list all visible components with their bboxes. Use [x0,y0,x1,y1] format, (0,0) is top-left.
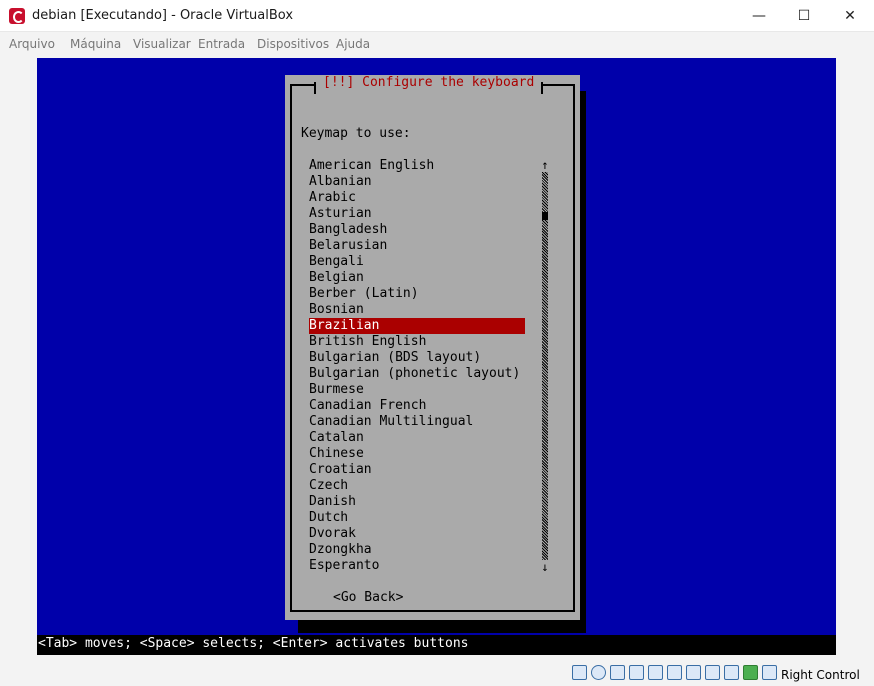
keymap-item[interactable]: Canadian Multilingual [309,414,525,430]
vbox-status-bar: Right Control [0,660,874,686]
keymap-item[interactable]: Albanian [309,174,525,190]
keymap-item[interactable]: Bangladesh [309,222,525,238]
keyboard-icon[interactable] [762,665,777,680]
keymap-item[interactable]: Bengali [309,254,525,270]
host-key-label: Right Control [781,668,860,682]
display-icon[interactable] [686,665,701,680]
vm-screen[interactable]: [!!] Configure the keyboard Keymap to us… [37,58,836,655]
usb-icon[interactable] [648,665,663,680]
keymap-item[interactable]: Canadian French [309,398,525,414]
keymap-item[interactable]: Catalan [309,430,525,446]
network-icon[interactable] [629,665,644,680]
menu-arquivo[interactable]: Arquivo [9,37,55,51]
scroll-down-arrow-icon[interactable]: ↓ [541,560,549,574]
hard-disk-icon[interactable] [572,665,587,680]
keymap-item[interactable]: Bosnian [309,302,525,318]
scroll-thumb[interactable] [542,212,548,220]
menu-bar: Arquivo Máquina Visualizar Entrada Dispo… [0,32,874,56]
keymap-item[interactable]: Belgian [309,270,525,286]
keymap-item[interactable]: Dzongkha [309,542,525,558]
window-titlebar[interactable]: debian [Executando] - Oracle VirtualBox … [0,0,874,32]
menu-maquina[interactable]: Máquina [70,37,121,51]
minimize-button[interactable]: — [736,0,782,32]
keymap-item[interactable]: Asturian [309,206,525,222]
keymap-item[interactable]: Croatian [309,462,525,478]
keymap-item[interactable]: Berber (Latin) [309,286,525,302]
audio-icon[interactable] [610,665,625,680]
window-title: debian [Executando] - Oracle VirtualBox [32,8,294,23]
keymap-item[interactable]: Bulgarian (phonetic layout) [309,366,525,382]
scroll-track[interactable] [542,172,548,560]
mouse-integration-icon[interactable] [743,665,758,680]
dialog-title: [!!] Configure the keyboard [314,75,544,94]
menu-entrada[interactable]: Entrada [198,37,245,51]
cpu-icon[interactable] [724,665,739,680]
keymap-item[interactable]: Chinese [309,446,525,462]
go-back-button[interactable]: <Go Back> [333,590,403,606]
keymap-item[interactable]: Esperanto [309,558,525,574]
virtualbox-app-icon [9,8,25,24]
menu-visualizar[interactable]: Visualizar [133,37,191,51]
recording-icon[interactable] [705,665,720,680]
keymap-item-selected[interactable]: Brazilian [309,318,525,334]
keymap-item[interactable]: Burmese [309,382,525,398]
keymap-item[interactable]: Dvorak [309,526,525,542]
keymap-list[interactable]: American English Albanian Arabic Asturian Ba… [309,158,525,574]
keymap-prompt: Keymap to use: [301,126,411,141]
keyboard-dialog: [!!] Configure the keyboard Keymap to us… [285,75,580,620]
keymap-item[interactable]: Czech [309,478,525,494]
menu-ajuda[interactable]: Ajuda [336,37,370,51]
keymap-scrollbar[interactable]: ↑ ↓ [541,158,549,574]
scroll-up-arrow-icon[interactable]: ↑ [541,158,549,172]
maximize-button[interactable]: ☐ [781,0,827,32]
keymap-item[interactable]: British English [309,334,525,350]
shared-folder-icon[interactable] [667,665,682,680]
keymap-item[interactable]: Dutch [309,510,525,526]
keymap-item[interactable]: Arabic [309,190,525,206]
menu-dispositivos[interactable]: Dispositivos [257,37,329,51]
close-button[interactable]: ✕ [827,0,873,32]
keymap-item[interactable]: American English [309,158,525,174]
keymap-item[interactable]: Danish [309,494,525,510]
keymap-item[interactable]: Belarusian [309,238,525,254]
optical-drive-icon[interactable] [591,665,606,680]
installer-help-line: <Tab> moves; <Space> selects; <Enter> ac… [37,635,836,655]
keymap-item[interactable]: Bulgarian (BDS layout) [309,350,525,366]
